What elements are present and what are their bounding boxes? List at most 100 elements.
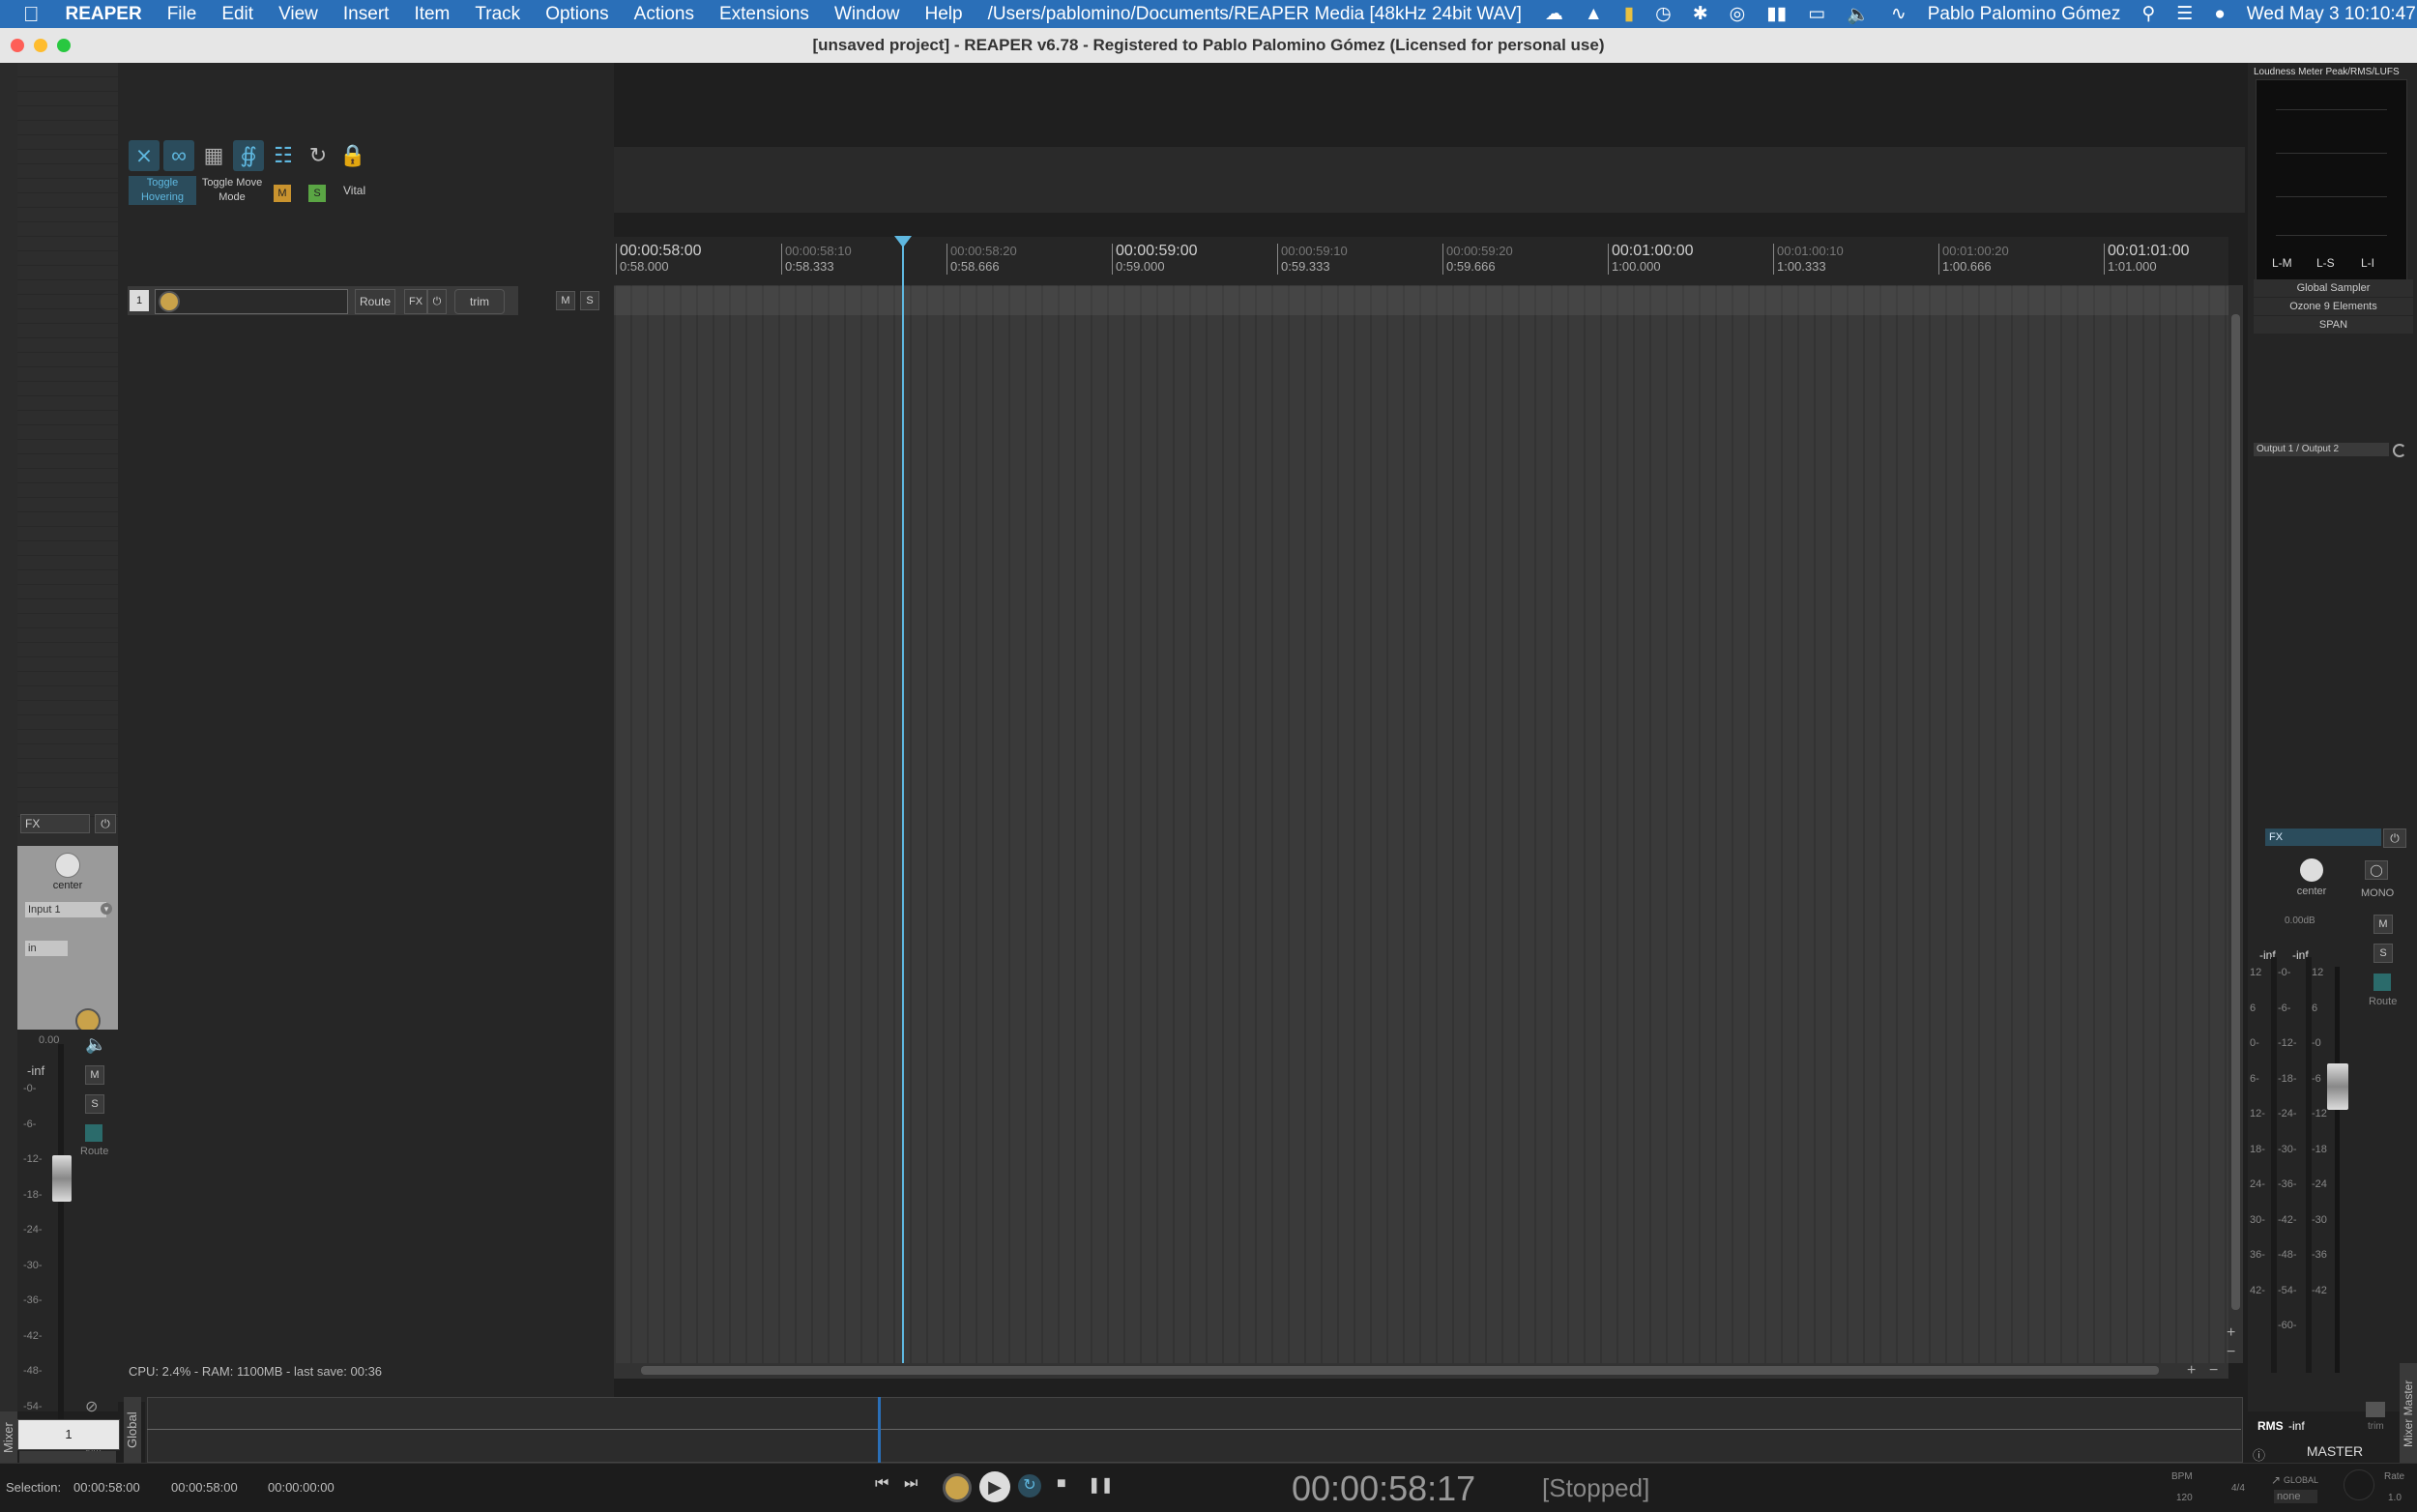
bpm-value[interactable]: 120: [2176, 1493, 2193, 1503]
global-dock-tab[interactable]: Global: [124, 1397, 141, 1463]
mixer-master-dock-tab[interactable]: Mixer Master: [2400, 1363, 2417, 1465]
loop-icon[interactable]: ↻: [303, 140, 334, 171]
menu-edit[interactable]: Edit: [209, 4, 266, 25]
record-button[interactable]: [943, 1473, 972, 1502]
fx-slot-span[interactable]: SPAN: [2254, 316, 2413, 334]
toggle-move-mode-label[interactable]: Toggle Move Mode: [198, 176, 266, 205]
master-mute-button[interactable]: M: [2373, 915, 2393, 934]
fx-slot-ozone[interactable]: Ozone 9 Elements: [2254, 298, 2413, 315]
automation-mode-select[interactable]: none: [2274, 1490, 2317, 1503]
zoom-window-icon[interactable]: [57, 39, 71, 52]
link-icon[interactable]: ∞: [163, 140, 194, 171]
menu-view[interactable]: View: [266, 4, 331, 25]
menu-app-reaper[interactable]: REAPER: [53, 4, 155, 25]
vertical-scrollbar[interactable]: [2228, 285, 2243, 1363]
track-mute-button[interactable]: M: [556, 291, 575, 310]
input-dropdown-icon[interactable]: ▾: [101, 903, 112, 915]
selection-end[interactable]: 00:00:58:00: [171, 1480, 238, 1495]
flag-icon[interactable]: ▮: [1614, 3, 1645, 25]
input-select[interactable]: Input 1: [25, 902, 106, 917]
rate-knob[interactable]: [2344, 1469, 2374, 1500]
mixer-solo-button[interactable]: S: [85, 1094, 104, 1114]
menu-help[interactable]: Help: [913, 4, 976, 25]
master-route-icon[interactable]: [2373, 974, 2391, 991]
track-volume-fader[interactable]: [52, 1155, 72, 1202]
record-monitor-select[interactable]: in: [25, 941, 68, 956]
route-icon[interactable]: [85, 1124, 102, 1142]
vital-button[interactable]: Vital: [343, 184, 365, 197]
go-to-end-icon[interactable]: ⏭: [904, 1475, 917, 1493]
bluetooth-icon[interactable]: ✱: [1682, 3, 1719, 25]
repeat-button[interactable]: ↻: [1018, 1474, 1041, 1497]
control-center-icon[interactable]: ☰: [2166, 3, 2203, 25]
menu-file[interactable]: File: [155, 4, 210, 25]
output-refresh-icon[interactable]: [2393, 444, 2406, 457]
go-to-start-icon[interactable]: ⏮: [875, 1475, 888, 1493]
mixer-mute-button[interactable]: M: [85, 1065, 104, 1085]
lock-icon[interactable]: 🔒: [337, 140, 368, 171]
menu-track[interactable]: Track: [462, 4, 533, 25]
phase-icon[interactable]: ⊘: [85, 1397, 98, 1416]
volume-icon[interactable]: 🔈: [1836, 3, 1880, 26]
master-volume-fader[interactable]: [2327, 1063, 2348, 1110]
clock[interactable]: Wed May 3 10:10:47: [2236, 4, 2417, 25]
user-name[interactable]: Pablo Palomino Gómez: [1917, 4, 2132, 25]
display-icon[interactable]: ▭: [1797, 3, 1836, 25]
menu-recording-path[interactable]: /Users/pablomino/Documents/REAPER Media …: [976, 4, 1534, 25]
menu-insert[interactable]: Insert: [331, 4, 402, 25]
menu-extensions[interactable]: Extensions: [707, 4, 822, 25]
pan-knob[interactable]: [55, 853, 80, 878]
master-fx-button[interactable]: FX: [2265, 829, 2381, 846]
grid-icon[interactable]: ▦: [198, 140, 229, 171]
track-solo-button[interactable]: S: [580, 291, 599, 310]
mixer-track-number[interactable]: 1: [17, 1419, 120, 1450]
master-info-icon[interactable]: ⓘ: [2253, 1445, 2265, 1464]
solo-toggle-button[interactable]: S: [308, 185, 326, 202]
mixer-fx-bypass-icon[interactable]: ⏻: [95, 814, 116, 833]
airdrop-icon[interactable]: ◎: [1719, 3, 1757, 25]
battery-icon[interactable]: ▮▮: [1756, 3, 1797, 25]
cloud-icon[interactable]: ☁: [1534, 3, 1574, 25]
track-route-button[interactable]: Route: [355, 289, 395, 314]
menu-window[interactable]: Window: [822, 4, 913, 25]
zoom-out-vertical-icon[interactable]: −: [2227, 1344, 2235, 1361]
master-trim-icon[interactable]: [2366, 1402, 2385, 1417]
wifi-icon[interactable]: ∿: [1880, 3, 1917, 25]
zoom-in-vertical-icon[interactable]: +: [2227, 1324, 2235, 1342]
zoom-in-horizontal-icon[interactable]: +: [2187, 1362, 2196, 1380]
master-mono-label[interactable]: MONO: [2361, 887, 2394, 899]
loudness-meter[interactable]: L-M L-S L-I: [2256, 79, 2407, 294]
fx-slot-global-sampler[interactable]: Global Sampler: [2254, 279, 2413, 297]
mixer-fx-button[interactable]: FX: [20, 814, 90, 833]
drive-icon[interactable]: ▲: [1574, 4, 1614, 25]
horizontal-scrollbar[interactable]: [614, 1363, 2228, 1379]
time-signature[interactable]: 4/4: [2231, 1483, 2245, 1494]
track-trim-button[interactable]: trim: [454, 289, 505, 314]
timeline-ruler[interactable]: 00:00:58:00 0:58.000 00:00:58:10 0:58.333 00…: [614, 237, 2228, 286]
play-button[interactable]: ▶: [979, 1471, 1010, 1502]
stop-button[interactable]: ■: [1057, 1475, 1066, 1493]
rate-value[interactable]: 1.0: [2388, 1493, 2402, 1503]
mono-icon[interactable]: ◯: [2365, 860, 2388, 880]
close-window-icon[interactable]: [11, 39, 24, 52]
speaker-icon[interactable]: 🔈: [85, 1034, 106, 1055]
spotlight-icon[interactable]: ⚲: [2131, 3, 2166, 25]
pause-button[interactable]: ❚❚: [1088, 1475, 1114, 1495]
arrange-view[interactable]: [614, 285, 2228, 1363]
track-name-field[interactable]: [155, 289, 348, 314]
track-fx-button[interactable]: FX: [404, 289, 427, 314]
apple-icon[interactable]: : [0, 2, 53, 27]
selection-start[interactable]: 00:00:58:00: [73, 1480, 140, 1495]
siri-icon[interactable]: ●: [2203, 4, 2235, 25]
mute-toggle-button[interactable]: M: [274, 185, 291, 202]
snap-icon[interactable]: ☷: [268, 140, 299, 171]
time-machine-icon[interactable]: ◷: [1645, 3, 1682, 25]
menu-actions[interactable]: Actions: [622, 4, 707, 25]
master-solo-button[interactable]: S: [2373, 944, 2393, 963]
envelope-icon[interactable]: ∯: [233, 140, 264, 171]
transport-time-display[interactable]: 00:00:58:17: [1292, 1468, 1475, 1509]
track-record-arm-button[interactable]: [159, 291, 180, 312]
zoom-out-horizontal-icon[interactable]: −: [2209, 1362, 2218, 1380]
selection-length[interactable]: 00:00:00:00: [268, 1480, 335, 1495]
toggle-hovering-icon[interactable]: ⨯: [129, 140, 160, 171]
